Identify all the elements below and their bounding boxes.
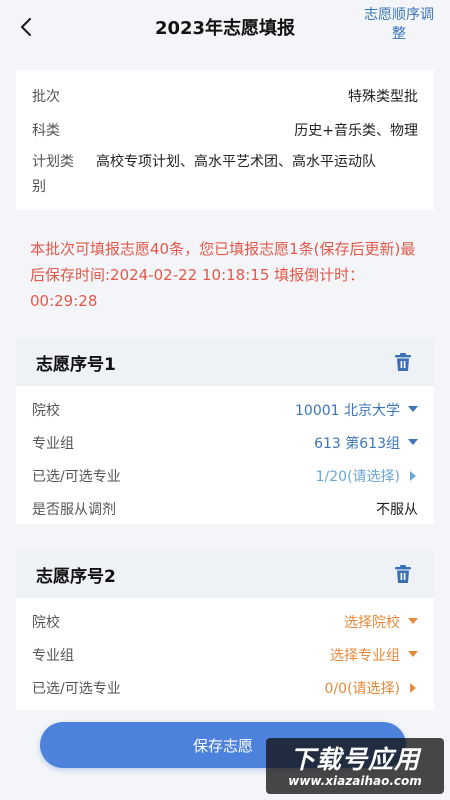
group-select[interactable]: 选择专业组	[330, 645, 400, 665]
adjust-row[interactable]: 是否服从调剂 不服从	[32, 497, 418, 521]
group-label: 专业组	[32, 648, 74, 664]
volunteer-card-1: 志愿序号1 院校 10001 北京大学 专业组 613 第613组 已选/可选专…	[16, 338, 434, 524]
back-icon[interactable]	[14, 12, 38, 42]
caret-right-icon[interactable]	[410, 683, 416, 693]
school-label: 院校	[32, 615, 60, 631]
school-select[interactable]: 选择院校	[344, 612, 400, 632]
trash-icon[interactable]	[392, 563, 414, 585]
major-select[interactable]: 1/20(请选择)	[316, 466, 400, 486]
caret-down-icon[interactable]	[408, 439, 418, 445]
trash-icon[interactable]	[392, 351, 414, 373]
plan-row: 计划类别 高校专项计划、高水平艺术团、高水平运动队	[32, 150, 418, 202]
group-label: 专业组	[32, 436, 74, 452]
major-select[interactable]: 0/0(请选择)	[325, 678, 400, 698]
volunteer-card-2: 志愿序号2 院校 选择院校 专业组 选择专业组 已选/可选专业 0/0(请选择)	[16, 550, 434, 710]
group-row[interactable]: 专业组 613 第613组	[32, 431, 418, 455]
volunteer-header: 志愿序号2	[16, 550, 434, 598]
major-label: 已选/可选专业	[32, 681, 121, 697]
fill-notice: 本批次可填报志愿40条，您已填报志愿1条(保存后更新)最后保存时间:2024-0…	[30, 240, 416, 310]
plan-label: 计划类别	[32, 154, 74, 195]
adjust-value[interactable]: 不服从	[376, 499, 418, 519]
school-label: 院校	[32, 403, 60, 419]
caret-down-icon[interactable]	[408, 618, 418, 624]
group-row[interactable]: 专业组 选择专业组	[32, 643, 418, 667]
batch-info-card: 批次 特殊类型批 科类 历史+音乐类、物理 计划类别 高校专项计划、高水平艺术团…	[16, 70, 434, 210]
watermark-url: www.xiazaihao.com	[288, 774, 422, 788]
volunteer-title: 志愿序号1	[36, 355, 116, 375]
volunteer-title: 志愿序号2	[36, 567, 116, 587]
caret-down-icon[interactable]	[408, 406, 418, 412]
major-label: 已选/可选专业	[32, 469, 121, 485]
batch-value: 特殊类型批	[348, 89, 418, 105]
school-row[interactable]: 院校 选择院校	[32, 610, 418, 634]
major-row[interactable]: 已选/可选专业 1/20(请选择)	[32, 464, 418, 488]
subject-label: 科类	[32, 123, 60, 139]
reorder-link[interactable]: 志愿顺序调整	[358, 6, 440, 44]
subject-value: 历史+音乐类、物理	[294, 123, 418, 139]
plan-value: 高校专项计划、高水平艺术团、高水平运动队	[96, 154, 376, 170]
site-watermark: 下载号应用 www.xiazaihao.com	[266, 738, 444, 794]
top-bar: 2023年志愿填报 志愿顺序调整	[0, 0, 450, 56]
school-row[interactable]: 院校 10001 北京大学	[32, 398, 418, 422]
group-select[interactable]: 613 第613组	[314, 433, 400, 453]
caret-down-icon[interactable]	[408, 651, 418, 657]
watermark-title: 下载号应用	[289, 745, 420, 774]
school-select[interactable]: 10001 北京大学	[295, 400, 400, 420]
major-row[interactable]: 已选/可选专业 0/0(请选择)	[32, 676, 418, 700]
batch-label: 批次	[32, 89, 60, 105]
caret-right-icon[interactable]	[410, 471, 416, 481]
adjust-label: 是否服从调剂	[32, 502, 116, 518]
volunteer-header: 志愿序号1	[16, 338, 434, 386]
